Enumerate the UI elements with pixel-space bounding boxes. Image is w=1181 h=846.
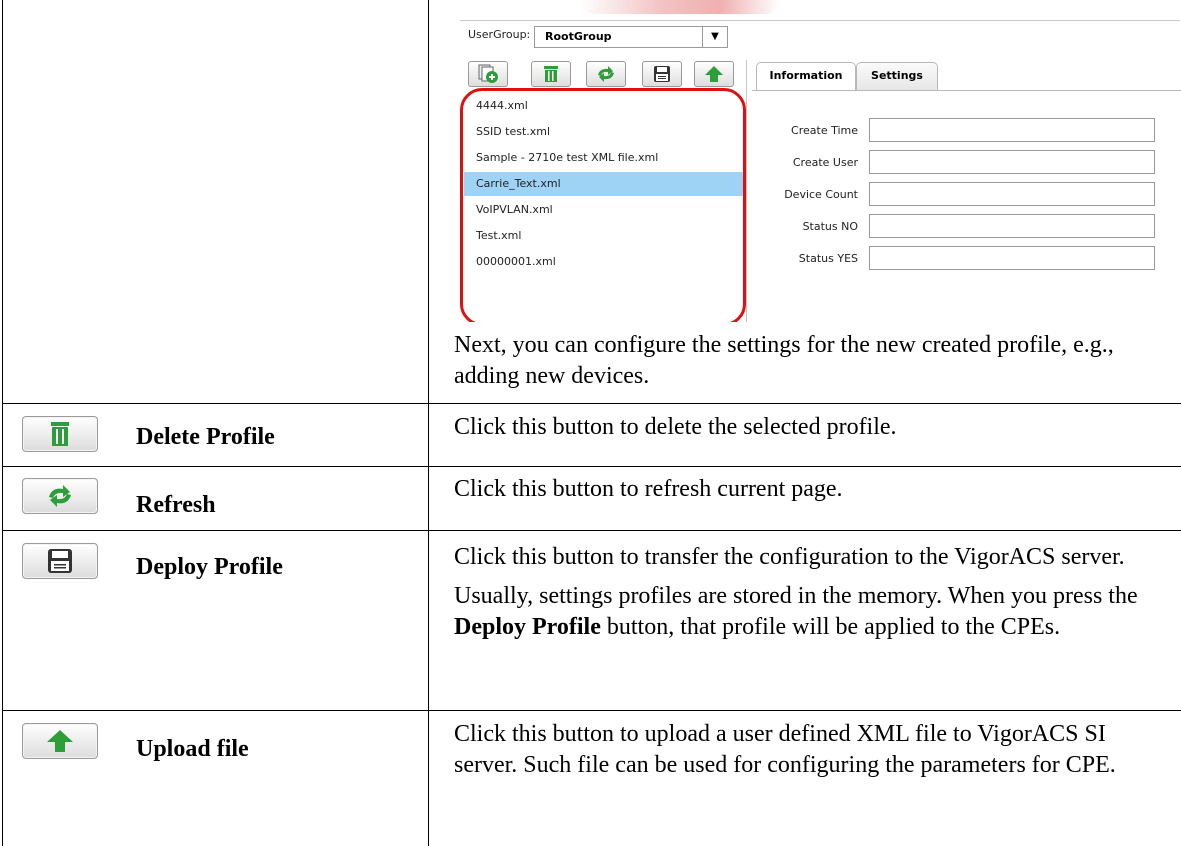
delete-profile-label: Delete Profile: [136, 424, 275, 450]
device-count-field[interactable]: [869, 182, 1155, 206]
description-text-part: Usually, settings profiles are stored in…: [454, 583, 1138, 609]
field-label-status-no: Status NO: [802, 220, 858, 233]
row-description: Click this button to transfer the config…: [454, 542, 1164, 651]
status-no-field[interactable]: [869, 214, 1155, 238]
delete-profile-button[interactable]: [531, 61, 571, 87]
row-description: Click this button to refresh current pag…: [454, 474, 1154, 513]
row-divider: [2, 710, 1181, 711]
usergroup-label: UserGroup:: [468, 28, 531, 41]
decorative-header-bar: [580, 0, 780, 14]
row-divider: [2, 466, 1181, 467]
highlight-ring: [460, 88, 746, 322]
table-column-divider: [428, 0, 429, 846]
description-text: Click this button to upload a user defin…: [454, 721, 1116, 778]
usergroup-select[interactable]: RootGroup ▼: [534, 26, 728, 48]
upload-file-button[interactable]: [694, 61, 734, 87]
refresh-button[interactable]: [586, 61, 626, 87]
field-label-create-user: Create User: [792, 156, 858, 169]
delete-profile-button[interactable]: [22, 416, 98, 452]
row-description: Click this button to delete the selected…: [454, 412, 1154, 451]
tab-information[interactable]: Information: [756, 62, 856, 91]
upload-arrow-icon: [47, 730, 73, 752]
create-user-field[interactable]: [869, 150, 1155, 174]
add-profile-button[interactable]: [468, 61, 508, 87]
description-emphasis: Deploy Profile: [454, 614, 601, 640]
row-description: Click this button to upload a user defin…: [454, 719, 1164, 789]
description-text: Click this button to delete the selected…: [454, 414, 897, 440]
create-time-field[interactable]: [869, 118, 1155, 142]
deploy-profile-label: Deploy Profile: [136, 554, 283, 580]
row-divider: [2, 403, 1181, 404]
description-text: Click this button to refresh current pag…: [454, 476, 843, 502]
upload-arrow-icon: [705, 66, 723, 82]
trash-icon: [51, 422, 69, 446]
table-border-left: [2, 0, 3, 846]
upload-file-label: Upload file: [136, 736, 249, 762]
field-label-create-time: Create Time: [791, 124, 858, 137]
refresh-label: Refresh: [136, 492, 216, 518]
field-label-status-yes: Status YES: [798, 252, 858, 265]
status-yes-field[interactable]: [869, 246, 1155, 270]
chevron-down-icon: ▼: [702, 27, 727, 47]
trash-icon: [544, 66, 558, 82]
divider: [460, 20, 1180, 21]
save-disk-icon: [654, 66, 670, 82]
tab-baseline: [752, 90, 1181, 91]
refresh-icon: [598, 66, 614, 82]
row-divider: [2, 530, 1181, 531]
description-text-part: button, that profile will be applied to …: [600, 614, 1061, 640]
upload-file-button[interactable]: [22, 723, 98, 759]
description-text: Next, you can configure the settings for…: [454, 332, 1114, 389]
panel-splitter[interactable]: [746, 60, 747, 322]
field-label-device-count: Device Count: [784, 188, 858, 201]
row-description: Next, you can configure the settings for…: [454, 330, 1154, 400]
add-profile-icon: [478, 64, 498, 83]
refresh-button[interactable]: [22, 478, 98, 514]
usergroup-value: RootGroup: [545, 30, 612, 43]
deploy-profile-button[interactable]: [642, 61, 682, 87]
description-text: Click this button to transfer the config…: [454, 544, 1125, 570]
profile-screenshot: UserGroup: RootGroup ▼ 4444.xml SSID tes…: [456, 0, 1181, 322]
save-disk-icon: [48, 549, 72, 573]
refresh-icon: [49, 485, 71, 507]
description-text-2: Usually, settings profiles are stored in…: [454, 581, 1164, 643]
tab-settings[interactable]: Settings: [856, 62, 938, 91]
deploy-profile-button[interactable]: [22, 543, 98, 579]
